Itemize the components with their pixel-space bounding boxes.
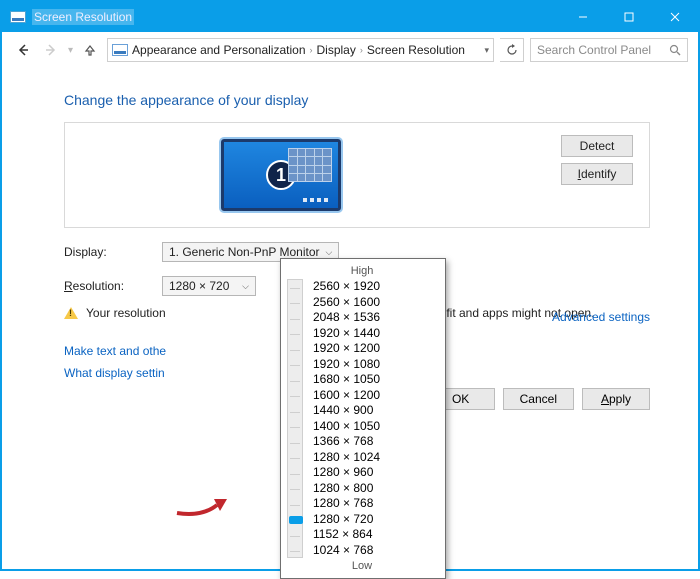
resolution-option[interactable]: 1280 × 1024 <box>311 450 380 466</box>
resolution-option[interactable]: 1152 × 864 <box>311 527 380 543</box>
refresh-button[interactable] <box>500 38 524 62</box>
chevron-down-icon: ⌵ <box>326 247 333 258</box>
warning-icon <box>64 307 78 319</box>
chevron-down-icon[interactable]: ▾ <box>484 45 489 56</box>
search-input[interactable]: Search Control Panel <box>530 38 688 62</box>
resolution-option[interactable]: 2560 × 1600 <box>311 295 380 311</box>
monitor-dots-icon <box>303 198 328 202</box>
nav-row: ▾ Appearance and Personalization › Displ… <box>2 32 698 68</box>
close-button[interactable] <box>652 2 698 32</box>
back-button[interactable] <box>12 39 34 61</box>
chevron-right-icon: › <box>310 45 313 55</box>
resolution-option[interactable]: 1280 × 800 <box>311 481 380 497</box>
display-value: 1. Generic Non-PnP Monitor <box>169 245 320 259</box>
chevron-down-icon: ⌵ <box>242 281 249 292</box>
apply-button[interactable]: Apply <box>582 388 650 410</box>
window-controls <box>560 2 698 32</box>
annotation-arrow-icon <box>172 491 232 524</box>
resolution-dropdown[interactable]: High 2560 × 19202560 × 16002048 × 153619… <box>280 258 446 579</box>
search-icon <box>669 44 681 56</box>
control-panel-icon <box>112 44 128 56</box>
resolution-label: Resolution: <box>64 279 148 293</box>
resolution-option[interactable]: 1400 × 1050 <box>311 419 380 435</box>
resolution-option[interactable]: 1600 × 1200 <box>311 388 380 404</box>
resolution-option[interactable]: 1280 × 720 <box>311 512 380 528</box>
slider-thumb[interactable] <box>289 516 303 524</box>
resolution-option[interactable]: 2560 × 1920 <box>311 279 380 295</box>
identify-button[interactable]: Identify <box>561 163 633 185</box>
resolution-option[interactable]: 2048 × 1536 <box>311 310 380 326</box>
resolution-option[interactable]: 1920 × 1080 <box>311 357 380 373</box>
slider-high-label: High <box>287 265 437 277</box>
slider-low-label: Low <box>287 560 437 572</box>
up-button[interactable] <box>79 39 101 61</box>
control-panel-icon <box>10 11 26 23</box>
monitor-thumbnail[interactable]: 1 <box>221 139 341 211</box>
resolution-option[interactable]: 1366 × 768 <box>311 434 380 450</box>
resolution-option[interactable]: 1920 × 1440 <box>311 326 380 342</box>
resolution-value: 1280 × 720 <box>169 279 229 293</box>
advanced-settings-link[interactable]: Advanced settings <box>552 310 650 324</box>
breadcrumb-item[interactable]: Appearance and Personalization <box>132 43 305 57</box>
search-placeholder: Search Control Panel <box>537 43 651 57</box>
forward-button[interactable] <box>40 39 62 61</box>
breadcrumb-item[interactable]: Display <box>317 43 356 57</box>
resolution-option[interactable]: 1440 × 900 <box>311 403 380 419</box>
resolution-option[interactable]: 1680 × 1050 <box>311 372 380 388</box>
maximize-button[interactable] <box>606 2 652 32</box>
page-heading: Change the appearance of your display <box>64 92 650 108</box>
resolution-slider[interactable] <box>287 279 303 558</box>
resolution-select[interactable]: 1280 × 720 ⌵ <box>162 276 256 296</box>
chevron-right-icon: › <box>360 45 363 55</box>
history-dropdown[interactable]: ▾ <box>68 45 73 56</box>
resolution-option[interactable]: 1280 × 960 <box>311 465 380 481</box>
resolution-option[interactable]: 1920 × 1200 <box>311 341 380 357</box>
address-bar[interactable]: Appearance and Personalization › Display… <box>107 38 494 62</box>
detect-button[interactable]: Detect <box>561 135 633 157</box>
display-preview: 1 Detect Identify <box>64 122 650 228</box>
resolution-option[interactable]: 1024 × 768 <box>311 543 380 559</box>
cancel-button[interactable]: Cancel <box>503 388 574 410</box>
footer-buttons: OK Cancel Apply <box>427 388 650 410</box>
breadcrumb-item[interactable]: Screen Resolution <box>367 43 465 57</box>
window-title: Screen Resolution <box>32 9 134 25</box>
resolution-option[interactable]: 1280 × 768 <box>311 496 380 512</box>
monitor-pattern-icon <box>288 148 332 182</box>
display-label: Display: <box>64 245 148 259</box>
resolution-list: 2560 × 19202560 × 16002048 × 15361920 × … <box>311 279 380 558</box>
warning-text-pre: Your resolution <box>86 306 166 320</box>
titlebar: Screen Resolution <box>2 2 698 32</box>
minimize-button[interactable] <box>560 2 606 32</box>
